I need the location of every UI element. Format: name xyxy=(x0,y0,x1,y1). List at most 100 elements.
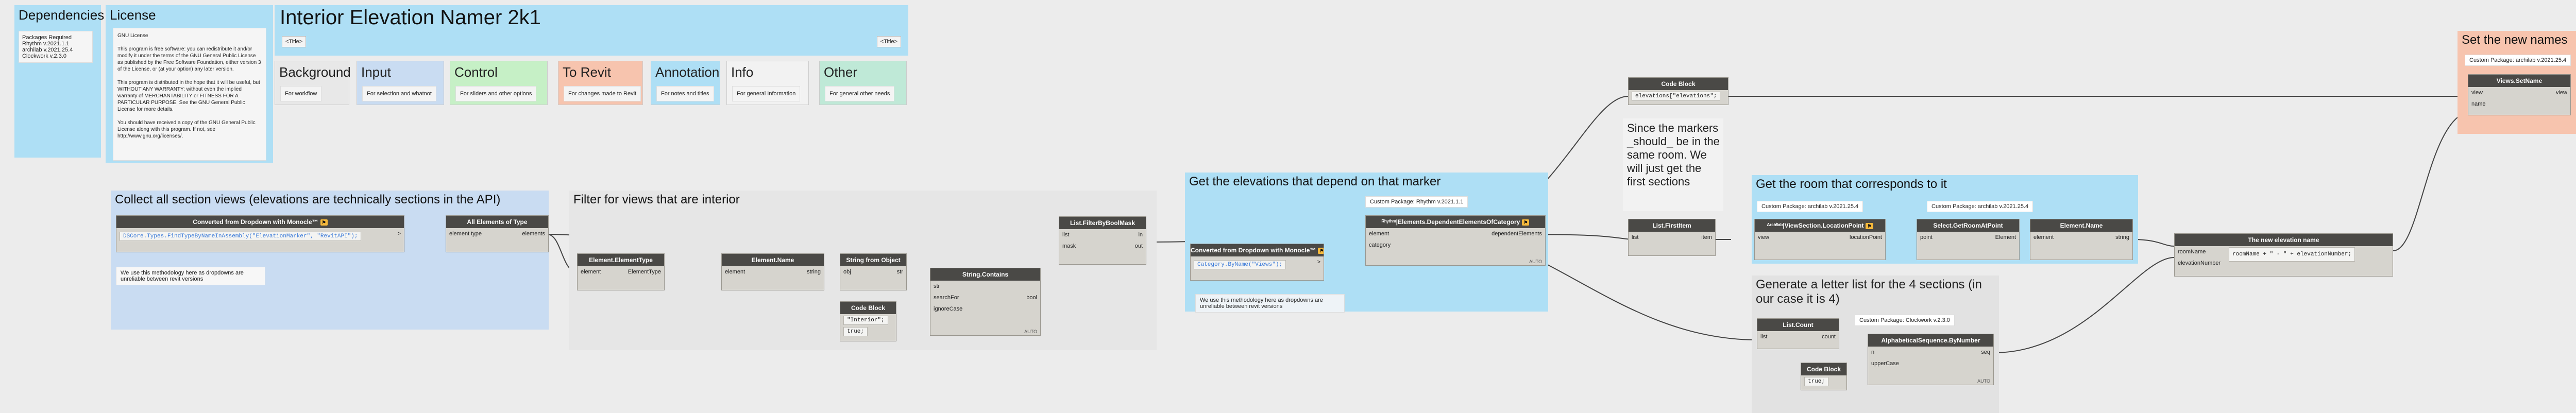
badge: ⚑ xyxy=(1522,219,1530,226)
license-note: GNU License This program is free softwar… xyxy=(113,28,266,161)
dependencies-note: Packages Required Rhythm v.2021.1.1 arch… xyxy=(19,31,93,63)
group-elevs-title: Get the elevations that depend on that m… xyxy=(1189,175,1441,188)
node-views-setname[interactable]: Views.SetName view view name xyxy=(2468,74,2571,115)
node-monocle-2[interactable]: Converted from Dropdown with Monocle™ ⚑ C… xyxy=(1190,244,1324,281)
port-in[interactable]: view xyxy=(2471,90,2483,96)
node-title: Code Block xyxy=(1801,363,1846,375)
port-in[interactable]: element xyxy=(1369,231,1389,237)
port-in[interactable]: name xyxy=(2471,101,2486,107)
port-in[interactable]: elevationNumber xyxy=(2178,260,2221,266)
port-in[interactable]: element xyxy=(725,269,745,275)
port-in[interactable]: roomName xyxy=(2178,249,2206,255)
license-panel: License GNU License This program is free… xyxy=(106,5,273,163)
node-location-point[interactable]: ᴬʳᶜʰⁱˡᵃᵇ|ViewSection.LocationPoint ⚑ view… xyxy=(1754,219,1886,260)
node-title: Converted from Dropdown with Monocle™ xyxy=(193,218,318,226)
legend-note: For changes made to Revit xyxy=(564,86,641,101)
node-code-block-1[interactable]: Code Block "Interior"; true; xyxy=(840,301,896,341)
node-element-elementtype[interactable]: Element.ElementType element ElementType xyxy=(577,253,665,290)
port-out[interactable]: view xyxy=(2556,87,2567,98)
node-title: List.Count xyxy=(1757,319,1839,331)
node-title: The new elevation name xyxy=(2175,234,2393,246)
node-list-firstitem[interactable]: List.FirstItem list item xyxy=(1628,219,1716,256)
since-note: Since the markers _should_ be in the sam… xyxy=(1627,122,1720,188)
port-out[interactable]: > xyxy=(398,228,401,239)
port-out[interactable]: ElementType xyxy=(628,266,661,278)
port-in[interactable]: element xyxy=(581,269,601,275)
port-out[interactable]: string xyxy=(807,266,821,278)
port-out[interactable]: in xyxy=(1138,229,1143,240)
port-out[interactable]: seq xyxy=(1981,347,1990,358)
group-collect: Collect all section views (elevations ar… xyxy=(111,191,549,330)
node-title: ᴬʳᶜʰⁱˡᵃᵇ|ViewSection.LocationPoint xyxy=(1767,222,1864,229)
title-button-left[interactable]: <Title> xyxy=(282,36,307,47)
node-title: All Elements of Type xyxy=(446,216,548,228)
port-in[interactable]: point xyxy=(1920,234,1933,240)
legend-item: Info For general Information xyxy=(726,61,809,105)
port-in[interactable]: category xyxy=(1369,242,1391,248)
port-in[interactable]: ignoreCase xyxy=(934,306,962,312)
legend-title: Info xyxy=(731,64,754,80)
port-in[interactable]: obj xyxy=(843,269,851,275)
node-title: Converted from Dropdown with Monocle™ xyxy=(1191,247,1316,254)
node-code-block-3[interactable]: Code Block true; xyxy=(1801,363,1847,390)
port-in[interactable]: list xyxy=(1632,234,1638,240)
node-alphabetical-sequence[interactable]: AlphabeticalSequence.ByNumber n seq upper… xyxy=(1868,334,1994,385)
node-list-count[interactable]: List.Count list count xyxy=(1757,318,1839,349)
group-setnames-title: Set the new names xyxy=(2462,33,2568,47)
port-out[interactable]: count xyxy=(1822,331,1836,342)
port-in[interactable]: upperCase xyxy=(1871,360,1899,367)
code-line[interactable]: elevations["elevations"; xyxy=(1632,92,1721,101)
legend-note: For general other needs xyxy=(825,86,895,101)
node-monocle-1[interactable]: Converted from Dropdown with Monocle™ ⚑ D… xyxy=(116,215,404,252)
port-out[interactable]: item xyxy=(1701,232,1712,243)
node-get-room-at-point[interactable]: Select.GetRoomAtPoint point Element xyxy=(1917,219,2020,260)
code-text[interactable]: Category.ByName("Views"); xyxy=(1194,260,1286,269)
port-out[interactable]: elements xyxy=(522,228,545,239)
port-in[interactable]: mask xyxy=(1062,243,1076,249)
node-list-filterbyboolmask[interactable]: List.FilterByBoolMask list in mask out xyxy=(1059,216,1146,265)
port-in[interactable]: element type xyxy=(449,231,482,237)
group-collect-title: Collect all section views (elevations ar… xyxy=(115,193,501,206)
port-out[interactable]: dependentElements xyxy=(1492,228,1542,239)
port-in[interactable]: list xyxy=(1760,334,1767,340)
badge: ⚑ xyxy=(1318,247,1324,254)
node-code-block-2[interactable]: Code Block elevations["elevations"; xyxy=(1628,77,1728,105)
title-panel: Interior Elevation Namer 2k1 <Title> <Ti… xyxy=(275,5,908,56)
code-line[interactable]: true; xyxy=(843,327,868,336)
port-in[interactable]: searchFor xyxy=(934,295,959,301)
port-out[interactable]: str xyxy=(897,266,903,278)
code-line[interactable]: "Interior"; xyxy=(843,316,888,325)
port-out[interactable]: locationPoint xyxy=(1850,232,1882,243)
port-out[interactable]: > xyxy=(1317,256,1320,268)
dependencies-panel: Dependencies Packages Required Rhythm v.… xyxy=(14,5,104,158)
group-filter-title: Filter for views that are interior xyxy=(573,193,740,206)
node-element-name-2[interactable]: Element.Name element string xyxy=(2030,219,2133,260)
title-button-right[interactable]: <Title> xyxy=(876,36,901,47)
legend-title: Control xyxy=(454,64,498,80)
lacing-label: AUTO xyxy=(1024,329,1037,334)
port-in[interactable]: list xyxy=(1062,232,1069,238)
port-out[interactable]: Element xyxy=(1995,232,2016,243)
port-out[interactable]: string xyxy=(2115,232,2129,243)
port-in[interactable]: element xyxy=(2033,234,2054,240)
page-title: Interior Elevation Namer 2k1 xyxy=(280,6,541,29)
node-title: List.FirstItem xyxy=(1629,219,1715,232)
node-string-from-object[interactable]: String from Object obj str xyxy=(840,253,907,290)
node-element-name[interactable]: Element.Name element string xyxy=(721,253,824,290)
node-title: Element.Name xyxy=(722,254,824,266)
code-line[interactable]: true; xyxy=(1804,377,1829,386)
code-text[interactable]: DSCore.Types.FindTypeByNameInAssembly("E… xyxy=(120,232,362,241)
port-in[interactable]: str xyxy=(934,283,940,289)
port-out[interactable]: out xyxy=(1135,240,1143,252)
node-title: String from Object xyxy=(840,254,906,266)
node-string-contains[interactable]: String.Contains str searchFor bool ignore… xyxy=(930,268,1041,336)
port-in[interactable]: view xyxy=(1758,234,1769,240)
legend-title: Background xyxy=(279,64,351,80)
port-in[interactable]: n xyxy=(1871,349,1874,355)
since-note-panel: Since the markers _should_ be in the sam… xyxy=(1623,118,1723,211)
node-new-elevation-name[interactable]: The new elevation name roomName roomName … xyxy=(2174,233,2393,277)
node-dependent-elements[interactable]: ᴿʰʸᵗʰᵐ|Elements.DependentElementsOfCateg… xyxy=(1365,215,1546,266)
node-all-elements-of-type[interactable]: All Elements of Type element type element… xyxy=(446,215,549,252)
port-out[interactable]: bool xyxy=(1026,292,1037,303)
lacing-label: AUTO xyxy=(1529,259,1542,264)
